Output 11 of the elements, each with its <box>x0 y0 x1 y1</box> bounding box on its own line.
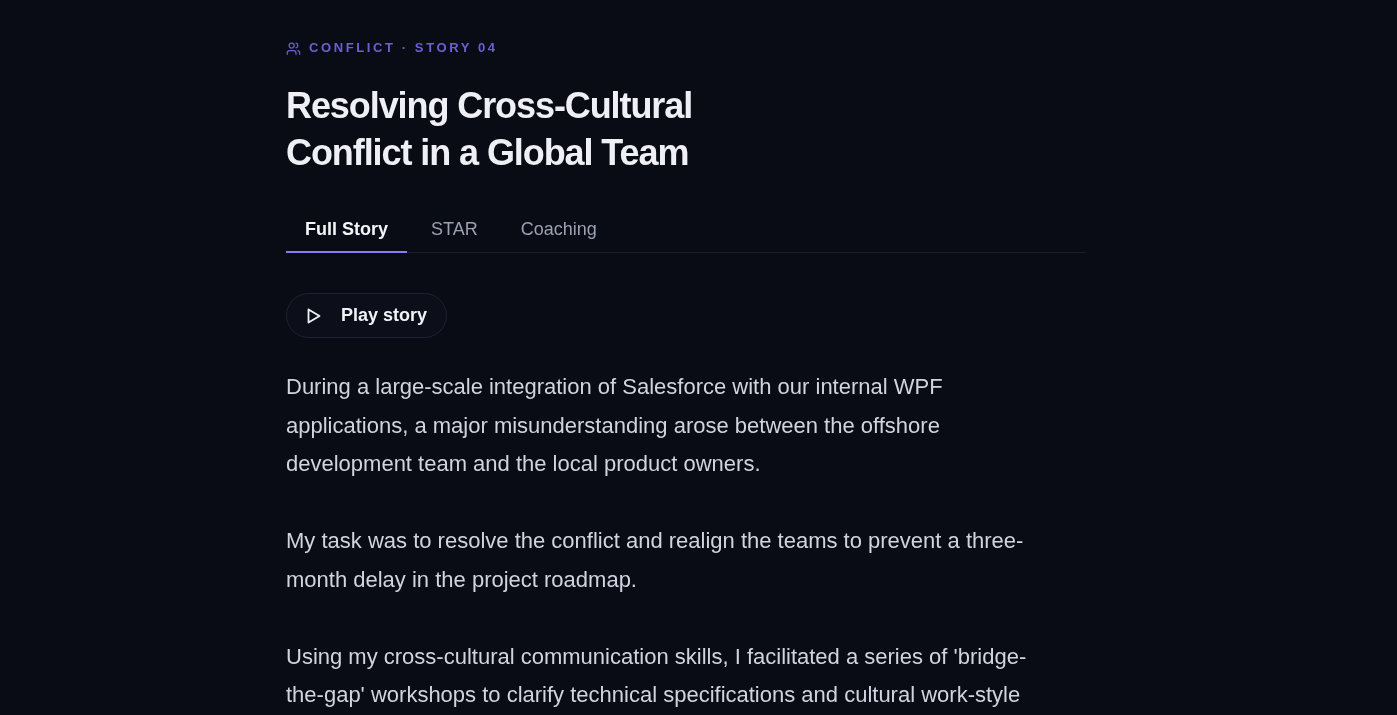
story-paragraph: During a large-scale integration of Salesforce with our internal WPF applications, a major misunderstanding arose between the offshore development team and the local product owners. <box>286 373 944 478</box>
story-paragraph: My task was to resolve the conflict and realign the teams to prevent a three-month delay in the project roadmap. <box>286 527 1025 594</box>
tab[interactable]: Coaching <box>501 206 616 253</box>
people-icon <box>286 41 301 55</box>
story-title: Resolving Cross-Cultural Conflict in a Global Team <box>286 84 694 175</box>
play-icon <box>307 307 321 324</box>
tab[interactable]: Full Story <box>286 206 407 253</box>
story-paragraph: Using my cross-cultural communication skills, I facilitated a series of 'bridge-the-gap' workshops to clarify technical specifications and cultural work-style <box>286 642 1028 709</box>
play-story-button[interactable]: Play story <box>286 293 448 338</box>
tab[interactable]: STAR <box>412 206 497 253</box>
category-label: CONFLICT · STORY 04 <box>309 39 498 57</box>
